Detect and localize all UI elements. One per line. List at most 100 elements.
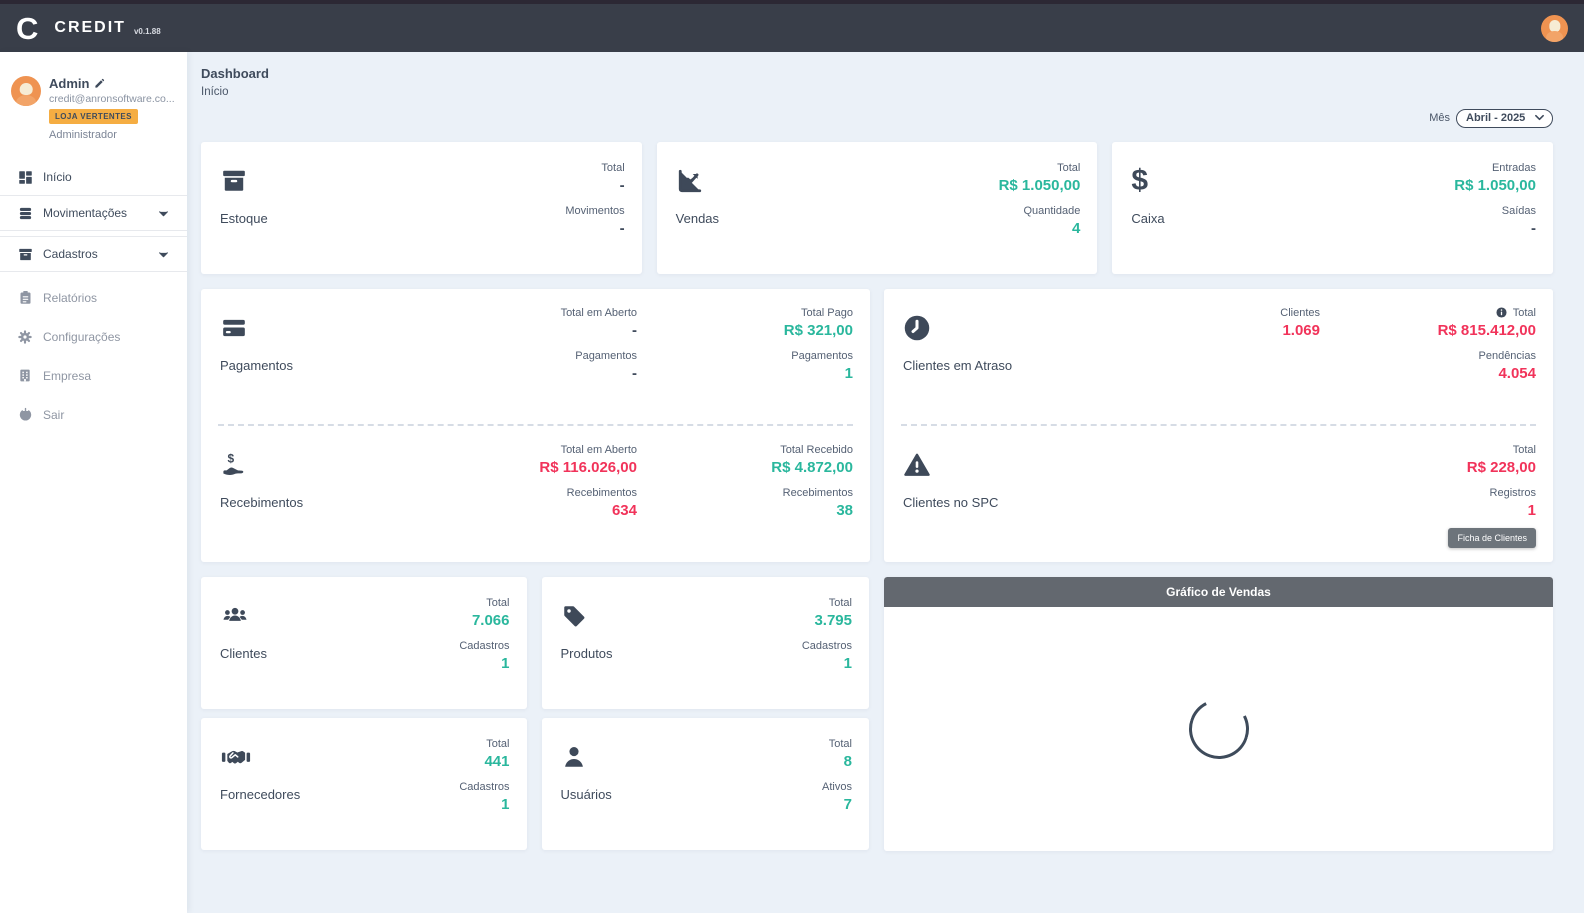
vendas-card: Vendas Total R$ 1.050,00 Quantidade 4: [657, 142, 1098, 274]
loading-spinner-icon: [1181, 691, 1257, 767]
dollar-icon: $: [1131, 166, 1148, 196]
breadcrumb: Início: [201, 86, 1553, 98]
app-logo: C: [16, 13, 38, 44]
chart-line-icon: [676, 168, 704, 194]
card-title: Usuários: [561, 787, 853, 802]
stat-value: R$ 815.412,00: [1376, 322, 1536, 339]
stat-value: 3.795: [802, 612, 852, 629]
sidebar: Admin credit@anronsoftware.co... LOJA VE…: [0, 52, 187, 913]
clock-icon: [903, 314, 931, 342]
user-profile: Admin credit@anronsoftware.co... LOJA VE…: [0, 52, 187, 141]
grid-icon: [17, 170, 33, 185]
pagamentos-section: Pagamentos Total em Aberto - Pagamentos …: [201, 289, 870, 424]
stat-value: 1: [1376, 502, 1536, 519]
hand-holding-dollar-icon: $: [220, 452, 248, 478]
sidebar-item-label: Configurações: [43, 330, 120, 344]
page-title: Dashboard: [201, 66, 1553, 81]
month-select[interactable]: Abril - 2025: [1456, 109, 1553, 128]
app-version: v0.1.88: [134, 27, 161, 36]
sidebar-item-label: Sair: [43, 408, 64, 422]
chevron-down-icon: [157, 207, 170, 220]
store-badge: LOJA VERTENTES: [49, 109, 138, 124]
recebimentos-section: $ Recebimentos Total em Aberto R$ 116.02…: [201, 426, 870, 561]
layers-icon: [17, 206, 33, 221]
stat-value: -: [565, 220, 624, 237]
month-label: Mês: [1429, 112, 1450, 124]
stat-value: -: [477, 365, 637, 382]
user-avatar-icon[interactable]: [1541, 15, 1568, 42]
stat-value: R$ 4.872,00: [693, 459, 853, 476]
clipboard-icon: [17, 290, 33, 305]
building-icon: [17, 368, 33, 383]
produtos-card: Produtos Total 3.795 Cadastros 1: [542, 577, 870, 709]
stat-value: R$ 228,00: [1376, 459, 1536, 476]
stat-value: -: [477, 322, 637, 339]
sidebar-item-movimentacoes[interactable]: Movimentações: [0, 195, 187, 231]
stat-value: 441: [459, 753, 509, 770]
usuarios-card: Usuários Total 8 Ativos 7: [542, 718, 870, 850]
warning-triangle-icon: [903, 452, 931, 478]
clientes-card: Clientes Total 7.066 Cadastros 1: [201, 577, 527, 709]
stat-value: 1: [802, 655, 852, 672]
grafico-vendas-card: Gráfico de Vendas: [884, 577, 1553, 851]
stat-value: R$ 1.050,00: [999, 177, 1081, 194]
caixa-card: $ Caixa Entradas R$ 1.050,00 Saídas -: [1112, 142, 1553, 274]
users-icon: [220, 603, 250, 629]
user-name: Admin: [49, 76, 89, 91]
stat-value: 4: [999, 220, 1081, 237]
sidebar-item-relatorios[interactable]: Relatórios: [0, 278, 187, 317]
stat-value: 38: [693, 502, 853, 519]
card-title: Estoque: [220, 211, 625, 226]
stat-value: 8: [822, 753, 852, 770]
tag-icon: [561, 603, 587, 629]
power-icon: [17, 407, 33, 422]
sidebar-item-cadastros[interactable]: Cadastros: [0, 236, 187, 272]
stat-value: R$ 116.026,00: [477, 459, 637, 476]
stat-value: 634: [477, 502, 637, 519]
clientes-atraso-section: Clientes em Atraso Clientes 1.069: [884, 289, 1553, 424]
main-content: Dashboard Início Mês Abril - 2025 Estoqu…: [187, 52, 1584, 913]
estoque-card: Estoque Total - Movimentos -: [201, 142, 642, 274]
svg-text:$: $: [227, 452, 234, 465]
sidebar-item-configuracoes[interactable]: Configurações: [0, 317, 187, 356]
stat-value: R$ 321,00: [693, 322, 853, 339]
fornecedores-card: Fornecedores Total 441 Cadastros 1: [201, 718, 527, 850]
stat-value: 1: [459, 655, 509, 672]
handshake-icon: [220, 744, 252, 770]
info-icon[interactable]: [1496, 307, 1507, 318]
chart-title: Gráfico de Vendas: [884, 577, 1553, 607]
sidebar-item-label: Movimentações: [43, 206, 127, 220]
edit-pencil-icon[interactable]: [94, 78, 105, 89]
ficha-de-clientes-button[interactable]: Ficha de Clientes: [1448, 528, 1536, 548]
user-icon: [561, 744, 587, 770]
user-role: Administrador: [49, 129, 175, 141]
stat-value: 7.066: [459, 612, 509, 629]
box-archive-icon: [220, 168, 248, 194]
stat-value: 4.054: [1376, 365, 1536, 382]
stat-value: 1: [459, 796, 509, 813]
stat-value: -: [565, 177, 624, 194]
clientes-atraso-spc-card: Clientes em Atraso Clientes 1.069: [884, 289, 1553, 562]
pagamentos-recebimentos-card: Pagamentos Total em Aberto - Pagamentos …: [201, 289, 870, 562]
sidebar-item-label: Início: [43, 170, 72, 184]
sidebar-item-label: Empresa: [43, 369, 91, 383]
gear-icon: [17, 329, 33, 345]
sidebar-item-empresa[interactable]: Empresa: [0, 356, 187, 395]
box-icon: [17, 247, 33, 262]
profile-avatar: [11, 76, 41, 106]
sidebar-nav: Início Movimentações Cadastros: [0, 159, 187, 434]
brand-name: CREDIT: [54, 19, 126, 37]
sidebar-item-label: Relatórios: [43, 291, 97, 305]
sidebar-item-inicio[interactable]: Início: [0, 159, 187, 195]
user-email: credit@anronsoftware.co...: [49, 93, 175, 105]
stat-value: 7: [822, 796, 852, 813]
chevron-down-icon: [157, 248, 170, 261]
clientes-spc-section: Clientes no SPC Total R$ 228,00 Registro…: [884, 426, 1553, 561]
stat-value: 1: [693, 365, 853, 382]
topbar: C CREDIT v0.1.88: [0, 0, 1584, 52]
credit-card-icon: [220, 315, 248, 341]
stat-value: 1.069: [1160, 322, 1320, 339]
sidebar-item-sair[interactable]: Sair: [0, 395, 187, 434]
stat-value: R$ 1.050,00: [1454, 177, 1536, 194]
stat-value: -: [1454, 220, 1536, 237]
